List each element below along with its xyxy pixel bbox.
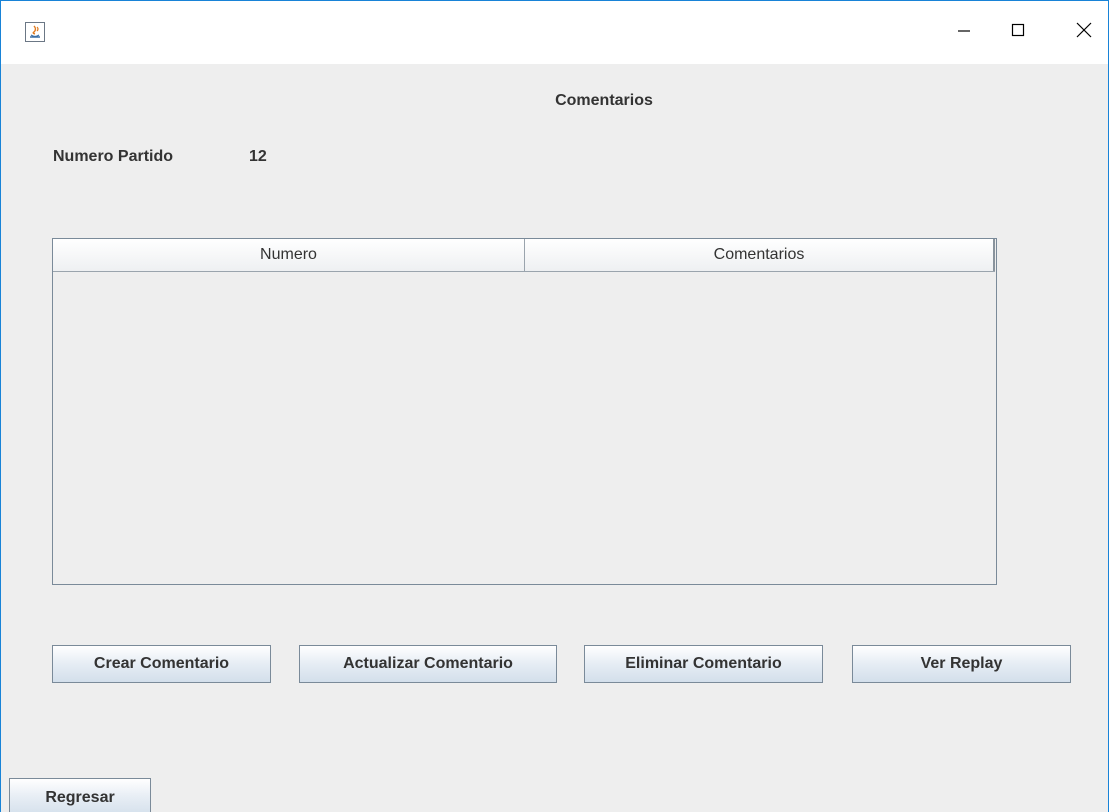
java-icon [25,22,45,42]
maximize-button[interactable] [995,1,1041,64]
minimize-button[interactable] [941,1,987,64]
app-window: Comentarios Numero Partido 12 Numero Com… [0,0,1109,812]
view-replay-button[interactable]: Ver Replay [852,645,1071,683]
comments-table[interactable]: Numero Comentarios [52,238,997,585]
minimize-icon [956,22,972,43]
close-icon [1075,21,1093,44]
delete-comment-button[interactable]: Eliminar Comentario [584,645,823,683]
table-header: Numero Comentarios [53,239,995,272]
update-comment-button[interactable]: Actualizar Comentario [299,645,557,683]
content-panel: Comentarios Numero Partido 12 Numero Com… [1,64,1108,812]
create-comment-button[interactable]: Crear Comentario [52,645,271,683]
column-header-comentarios[interactable]: Comentarios [525,239,995,271]
back-button[interactable]: Regresar [9,778,151,812]
match-number-value: 12 [249,148,267,165]
match-number-label: Numero Partido [53,148,174,165]
page-title: Comentarios [555,92,653,109]
close-button[interactable] [1061,1,1107,64]
column-header-numero[interactable]: Numero [53,239,525,271]
table-body[interactable] [53,272,996,584]
maximize-icon [1010,22,1026,43]
title-bar[interactable] [1,1,1108,64]
